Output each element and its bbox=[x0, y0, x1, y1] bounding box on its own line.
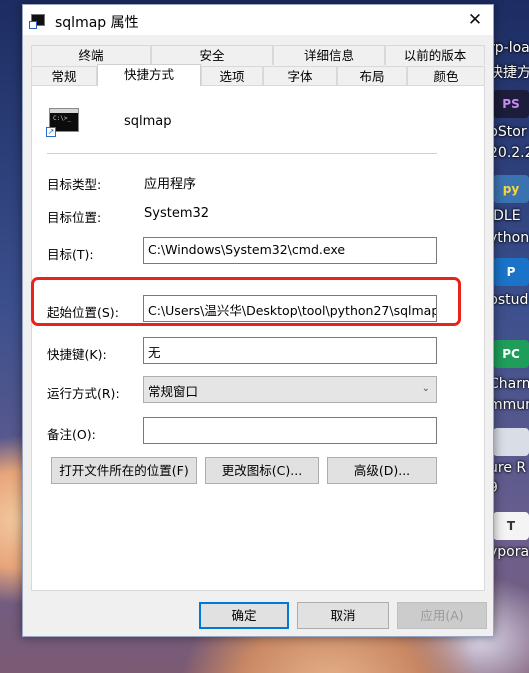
tab-layout[interactable]: 布局 bbox=[337, 66, 407, 86]
run-select[interactable]: 常规窗口 ⌄ bbox=[143, 376, 437, 403]
app-icon[interactable] bbox=[493, 428, 529, 456]
run-label: 运行方式(R): bbox=[47, 386, 120, 401]
tab-previous-versions[interactable]: 以前的版本 bbox=[385, 45, 485, 65]
tab-details[interactable]: 详细信息 bbox=[273, 45, 385, 65]
divider bbox=[47, 153, 437, 154]
target-location-value: System32 bbox=[144, 206, 210, 221]
shortcut-key-input[interactable]: 无 bbox=[143, 337, 437, 364]
desktop-item-label[interactable]: pStor bbox=[489, 124, 527, 140]
tab-general[interactable]: 常规 bbox=[31, 66, 97, 86]
close-button[interactable]: ✕ bbox=[457, 5, 493, 35]
cancel-button[interactable]: 取消 bbox=[297, 602, 389, 629]
tab-font[interactable]: 字体 bbox=[263, 66, 337, 86]
phpstudy-icon[interactable]: P bbox=[493, 258, 529, 286]
desktop-item-sublabel: 20.2.2 bbox=[489, 145, 529, 161]
advanced-button[interactable]: 高级(D)... bbox=[327, 457, 437, 484]
target-type-value: 应用程序 bbox=[144, 177, 197, 192]
cmd-shortcut-icon bbox=[29, 14, 45, 29]
red-highlight-box bbox=[31, 277, 461, 326]
desktop-item-label[interactable]: rp-loa bbox=[489, 40, 529, 56]
tab-colors[interactable]: 颜色 bbox=[407, 66, 485, 86]
desktop-item-label[interactable]: pstud bbox=[489, 292, 528, 308]
target-label: 目标(T): bbox=[47, 247, 94, 262]
desktop-item-sublabel: ython bbox=[489, 230, 529, 246]
phpstorm-icon[interactable]: PS bbox=[493, 90, 529, 118]
shortcut-key-label: 快捷键(K): bbox=[47, 347, 107, 362]
desktop-item-sublabel: 快捷方 bbox=[489, 65, 529, 81]
tab-options[interactable]: 选项 bbox=[201, 66, 263, 86]
ok-button[interactable]: 确定 bbox=[199, 602, 289, 629]
comment-input[interactable] bbox=[143, 417, 437, 444]
target-type-label: 目标类型: bbox=[47, 177, 102, 192]
run-select-value: 常规窗口 bbox=[148, 384, 199, 399]
desktop-item-label[interactable]: ypora bbox=[489, 544, 529, 560]
change-icon-button[interactable]: 更改图标(C)... bbox=[205, 457, 319, 484]
desktop-item-sublabel: mmun bbox=[489, 397, 529, 413]
comment-label: 备注(O): bbox=[47, 427, 96, 442]
cmd-icon: C:\>_ ↗ bbox=[46, 108, 79, 137]
open-file-location-button[interactable]: 打开文件所在的位置(F) bbox=[51, 457, 197, 484]
pycharm-icon[interactable]: PC bbox=[493, 340, 529, 368]
target-input[interactable]: C:\Windows\System32\cmd.exe bbox=[143, 237, 437, 264]
chevron-down-icon: ⌄ bbox=[421, 383, 430, 394]
tab-shortcut[interactable]: 快捷方式 bbox=[97, 64, 201, 86]
tab-terminal[interactable]: 终端 bbox=[31, 45, 151, 65]
desktop-item-label[interactable]: ure R bbox=[489, 460, 526, 476]
shortcut-name: sqlmap bbox=[124, 114, 172, 129]
apply-button[interactable]: 应用(A) bbox=[397, 602, 487, 629]
python-icon[interactable]: py bbox=[493, 175, 529, 203]
target-location-label: 目标位置: bbox=[47, 210, 102, 225]
shortcut-arrow-icon: ↗ bbox=[46, 127, 56, 137]
cmd-icon-text: C:\>_ bbox=[53, 115, 72, 122]
typora-icon[interactable]: T bbox=[493, 512, 529, 540]
desktop-item-label[interactable]: Charm bbox=[489, 376, 529, 392]
title-bar[interactable]: sqlmap 属性 ✕ bbox=[23, 5, 493, 35]
properties-dialog: sqlmap 属性 ✕ 终端 安全 详细信息 以前的版本 常规 快捷方式 选项 … bbox=[22, 4, 494, 637]
tab-security[interactable]: 安全 bbox=[151, 45, 273, 65]
window-title: sqlmap 属性 bbox=[55, 15, 139, 31]
